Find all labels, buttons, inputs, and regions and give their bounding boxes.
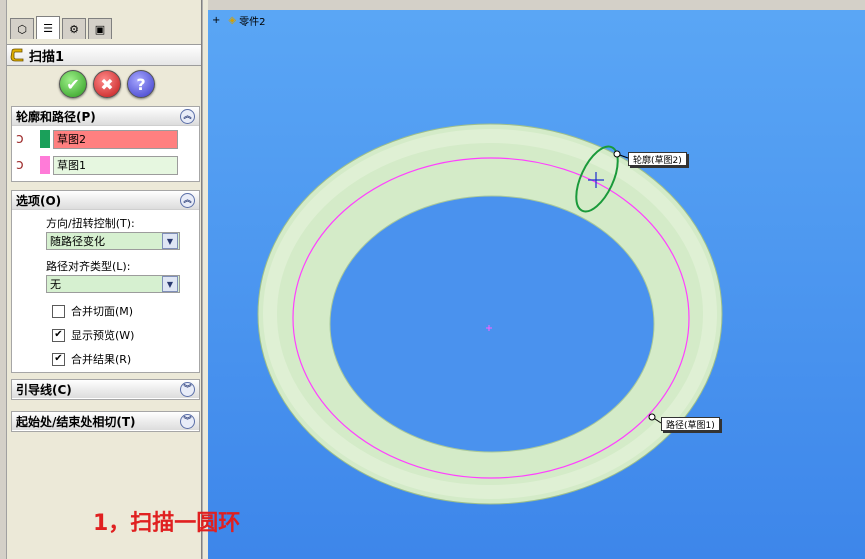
path-callout-text: 路径(草图1)	[666, 420, 715, 431]
path-callout[interactable]: 路径(草图1)	[661, 417, 720, 431]
torus-model[interactable]	[257, 123, 723, 505]
profile-leader-dot	[613, 150, 621, 158]
model-overlay	[257, 123, 723, 505]
profile-callout-text: 轮廓(草图2)	[633, 155, 682, 166]
profile-callout[interactable]: 轮廓(草图2)	[628, 152, 687, 166]
path-leader-dot	[648, 413, 656, 421]
annotation-caption: 1，扫描一圆环	[93, 511, 241, 536]
